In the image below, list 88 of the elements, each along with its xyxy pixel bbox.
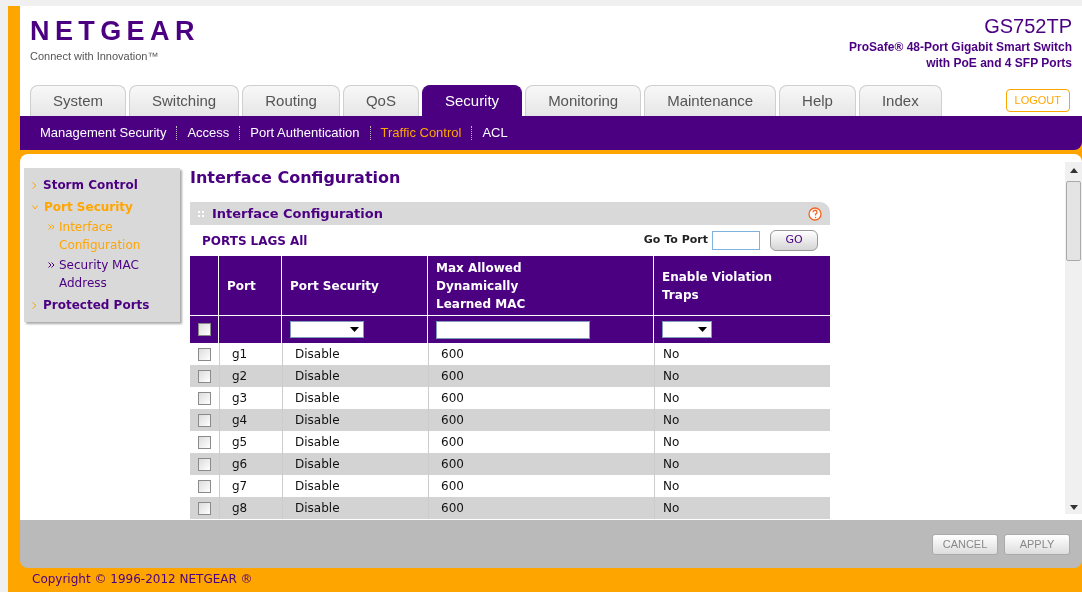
table-cell-text: Disable <box>295 346 340 363</box>
double-chevron-icon <box>48 224 55 230</box>
scrollbar[interactable] <box>1065 162 1082 514</box>
nav-tab[interactable]: Maintenance <box>644 85 777 116</box>
checkbox[interactable] <box>198 457 211 471</box>
column-header: Enable Violation Traps <box>661 268 774 304</box>
panel-title: Interface Configuration <box>212 204 384 223</box>
table-cell-text: g6 <box>232 456 248 473</box>
nav-tab[interactable]: Security <box>421 85 523 116</box>
nav-tab[interactable]: Help <box>779 85 856 116</box>
table-cell-text: Disable <box>295 478 340 495</box>
table-cell-text: Disable <box>295 456 340 473</box>
table-cell-text: Disable <box>295 368 340 385</box>
scroll-down-icon[interactable] <box>1069 505 1078 510</box>
max-mac-filter-field[interactable] <box>436 320 590 339</box>
table-cell-text: 600 <box>441 434 464 451</box>
brand-logo: NETGEAR <box>30 18 200 45</box>
table-cell-text: No <box>663 390 680 407</box>
table-cell-text: g5 <box>232 434 248 451</box>
table-cell-text: No <box>663 434 680 451</box>
table-cell-text: 600 <box>441 412 464 429</box>
table-cell-text: 600 <box>441 368 464 385</box>
checkbox[interactable] <box>198 413 211 427</box>
table-cell-text: Disable <box>295 390 340 407</box>
table-cell-text: g8 <box>232 500 248 517</box>
scrollbar-thumb[interactable] <box>1066 181 1081 261</box>
go-to-port-field[interactable] <box>712 231 760 250</box>
sub-nav-link[interactable]: Traffic Control <box>380 123 462 143</box>
sidebar-subitem[interactable]: Security MAC Address <box>59 256 159 292</box>
table-cell-text: No <box>663 368 680 385</box>
checkbox[interactable] <box>198 479 211 493</box>
model-description: ProSafe® 48-Port Gigabit Smart Switch <box>849 39 1072 55</box>
table-cell-text: No <box>663 456 680 473</box>
model-name: GS752TP <box>984 14 1072 39</box>
table-cell-text: No <box>663 412 680 429</box>
table-cell-text: Disable <box>295 500 340 517</box>
go-button[interactable]: GO <box>770 230 818 251</box>
go-to-port-label: Go To Port <box>643 232 708 249</box>
tagline: Connect with Innovation™ <box>30 49 160 64</box>
chevron-down-icon <box>32 204 38 210</box>
sidebar-item[interactable]: Storm Control <box>32 176 180 194</box>
double-chevron-icon <box>48 262 55 268</box>
table-cell-text: 600 <box>441 346 464 363</box>
sub-nav-link[interactable]: ACL <box>482 123 508 143</box>
checkbox[interactable] <box>198 435 211 449</box>
caret-icon <box>350 327 359 332</box>
checkbox[interactable] <box>198 501 211 515</box>
sub-nav-link[interactable]: Access <box>187 123 230 143</box>
table-cell-text: 600 <box>441 500 464 517</box>
chevron-right-icon <box>32 181 37 189</box>
caret-icon <box>698 327 707 332</box>
nav-tab[interactable]: Index <box>858 85 942 116</box>
copyright-text: Copyright © 1996-2012 NETGEAR ® <box>32 571 253 588</box>
scroll-up-icon[interactable] <box>1069 168 1078 173</box>
checkbox[interactable] <box>198 369 211 383</box>
dropdown[interactable] <box>662 321 712 338</box>
filter-link[interactable]: All <box>289 231 308 250</box>
table-cell-text: No <box>663 346 680 363</box>
nav-tab[interactable]: Monitoring <box>525 85 642 116</box>
sidebar-item[interactable]: Protected Ports <box>32 296 180 314</box>
sub-nav-link[interactable]: Port Authentication <box>250 123 360 143</box>
filter-link[interactable]: LAGS <box>250 231 286 250</box>
model-description: with PoE and 4 SFP Ports <box>926 55 1072 71</box>
filter-link[interactable]: PORTS <box>202 231 247 250</box>
table-cell-text: No <box>663 478 680 495</box>
nav-tab[interactable]: Routing <box>242 85 340 116</box>
help-icon[interactable] <box>808 206 822 221</box>
page-title: Interface Configuration <box>190 167 402 189</box>
checkbox[interactable] <box>197 323 211 336</box>
table-cell-text: g7 <box>232 478 248 495</box>
table-cell-text: 600 <box>441 478 464 495</box>
table-cell-text: Disable <box>295 434 340 451</box>
grip-icon <box>198 210 204 217</box>
table-cell-text: 600 <box>441 390 464 407</box>
nav-tab[interactable]: QoS <box>342 85 419 116</box>
sub-nav-link[interactable]: Management Security <box>40 123 167 143</box>
nav-tab[interactable]: System <box>30 85 126 116</box>
table-cell-text: g3 <box>232 390 248 407</box>
table-cell-text: g2 <box>232 368 248 385</box>
table-cell-text: g4 <box>232 412 248 429</box>
table-cell-text: No <box>663 500 680 517</box>
chevron-right-icon <box>32 301 37 309</box>
table-cell-text: 600 <box>441 456 464 473</box>
checkbox[interactable] <box>198 391 211 405</box>
table-cell-text: g1 <box>232 346 248 363</box>
nav-tab[interactable]: Switching <box>129 85 240 116</box>
table-cell-text: Disable <box>295 412 340 429</box>
checkbox[interactable] <box>198 347 211 361</box>
